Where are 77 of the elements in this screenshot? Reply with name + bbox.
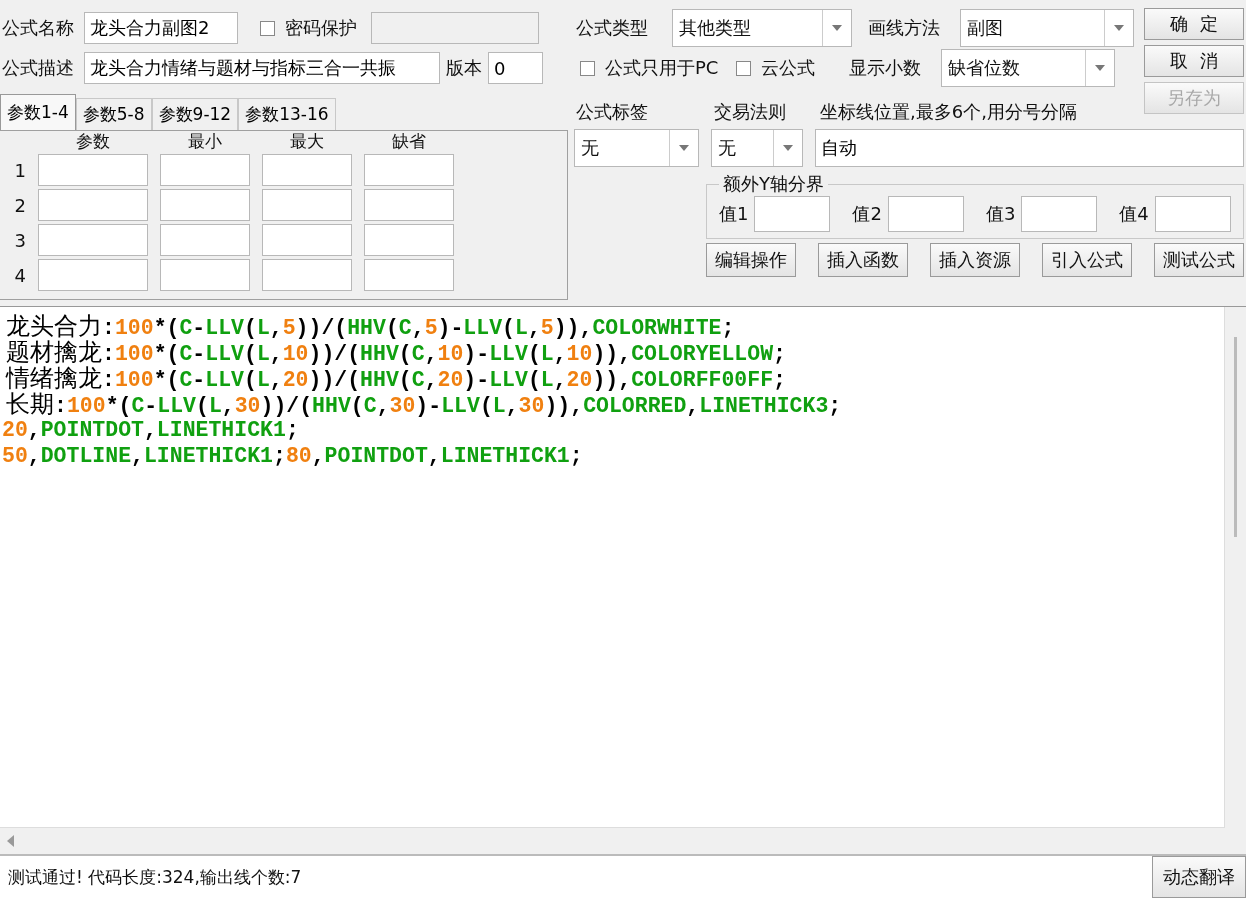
param-field[interactable] [38,189,148,221]
value-field[interactable] [887,196,964,232]
version-field[interactable]: 0 [488,52,543,84]
param-field[interactable] [38,259,148,291]
field-label: 交易法则 [713,100,787,124]
action-button[interactable]: 测试公式 [1154,243,1244,277]
column-header: 参数 [75,131,111,151]
param-field[interactable] [160,189,250,221]
tag-dropdown[interactable]: 无 [574,129,699,167]
field-label: 值3 [985,202,1016,226]
action-button[interactable]: 插入资源 [930,243,1020,277]
field-label: 显示小数 [848,56,923,80]
password-checkbox[interactable]: 密码保护 [260,16,357,40]
field-label: 画线方法 [867,16,941,40]
param-field[interactable] [38,224,148,256]
value-field[interactable] [1154,196,1231,232]
option-checkbox[interactable]: 公式只用于PC [580,56,719,80]
code-line: 20,POINTDOT,LINETHICK1; [2,417,300,443]
value-field[interactable] [754,196,831,232]
row-number: 1 [13,159,26,181]
option-checkbox[interactable]: 云公式 [736,56,816,80]
value-field[interactable] [1021,196,1098,232]
param-field[interactable] [38,154,148,186]
field-label: 公式描述 [1,56,74,80]
param-tab[interactable]: 参数9-12 [151,98,239,130]
action-button[interactable]: 引入公式 [1042,243,1132,277]
vertical-scrollbar[interactable] [1224,307,1246,828]
column-header: 最大 [289,131,325,151]
horizontal-scrollbar[interactable] [0,827,1246,854]
param-tab[interactable]: 参数13-16 [238,98,336,130]
param-field[interactable] [364,154,454,186]
param-field[interactable] [160,259,250,291]
dialog-button[interactable]: 取 消 [1144,45,1244,77]
action-button[interactable]: 插入函数 [818,243,908,277]
field-label: 值4 [1119,202,1149,226]
param-field[interactable] [160,154,250,186]
column-header: 最小 [187,131,223,151]
name-field[interactable]: 龙头合力副图2 [84,12,238,44]
param-field[interactable] [262,154,352,186]
code-line: 长期:100*(C-LLV(L,30))/(HHV(C,30)-LLV(L,30)),COLORRED,LINETHICK3; [5,391,843,417]
column-header: 缺省 [391,131,427,151]
trade-rule-dropdown[interactable]: 无 [711,129,803,167]
code-line: 龙头合力:100*(C-LLV(L,5))/(HHV(C,5)-LLV(L,5)),COLORWHITE; [5,313,736,339]
code-line: 情绪擒龙:100*(C-LLV(L,20))/(HHV(C,20)-LLV(L,20)),COLORFF00FF; [4,365,787,391]
field-label: 公式类型 [575,16,649,40]
param-field[interactable] [160,224,250,256]
param-field[interactable] [262,189,352,221]
param-field[interactable] [262,224,352,256]
row-number: 3 [13,229,26,251]
field-label: 坐标线位置,最多6个,用分号分隔 [819,100,1077,124]
decimals-dropdown[interactable]: 缺省位数 [941,49,1116,87]
action-button[interactable]: 编辑操作 [706,243,796,277]
param-field[interactable] [364,224,454,256]
type-dropdown[interactable]: 其他类型 [672,9,852,47]
axis-lines-field[interactable]: 自动 [815,129,1244,167]
status-message: 测试通过! 代码长度:324,输出线个数:7 [0,856,1152,898]
field-label: 公式标签 [575,100,649,124]
field-label: 版本 [446,56,482,80]
param-field[interactable] [262,259,352,291]
param-tab[interactable]: 参数5-8 [75,98,152,130]
field-label: 公式名称 [1,16,74,40]
description-field[interactable]: 龙头合力情绪与题材与指标三合一共振 [84,52,440,84]
row-number: 4 [13,264,26,286]
row-number: 2 [13,194,26,216]
group-title: 额外Y轴分界 [722,172,825,196]
param-tab[interactable]: 参数1-4 [0,94,76,130]
code-editor[interactable] [0,306,1246,854]
translate-button[interactable]: 动态翻译 [1152,856,1246,898]
field-label: 值1 [719,202,749,226]
scroll-left-icon[interactable] [6,835,16,847]
draw-method-dropdown[interactable]: 副图 [960,9,1134,47]
param-field[interactable] [364,259,454,291]
field-label: 值2 [852,202,882,226]
code-line: 50,DOTLINE,LINETHICK1;80,POINTDOT,LINETHICK1; [2,443,584,469]
dialog-button[interactable]: 确 定 [1144,8,1244,40]
code-line: 题材擒龙:100*(C-LLV(L,10))/(HHV(C,10)-LLV(L,10)),COLORYELLOW; [5,339,787,365]
param-field[interactable] [364,189,454,221]
